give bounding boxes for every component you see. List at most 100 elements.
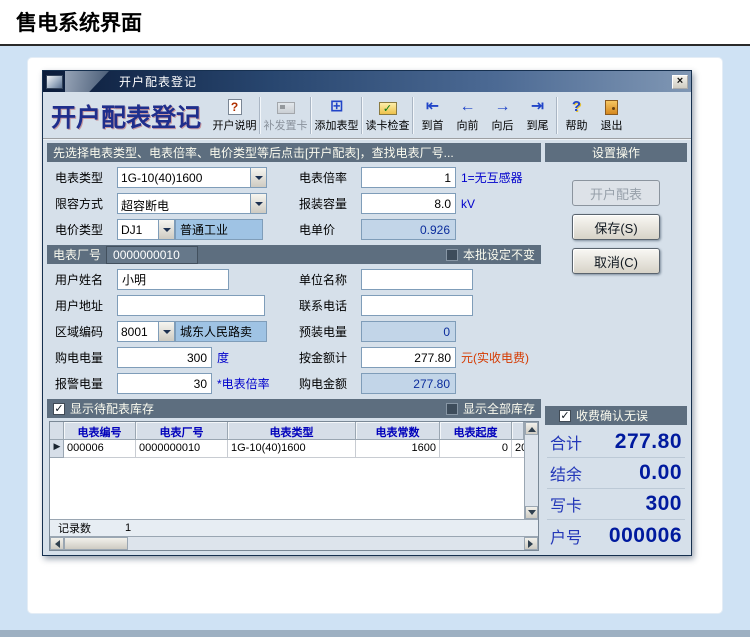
toolbar: 开户配表登记 ? 开户说明 补发置卡 ⊞ 添加表型 ✓ 读卡检查 ⇤ <box>43 92 691 140</box>
column-header-start-reading[interactable]: 电表起度 <box>440 422 512 440</box>
table-header-row: 电表编号 电表厂号 电表类型 电表常数 电表起度 <box>50 422 524 440</box>
save-button[interactable]: 保存(S) <box>572 214 660 240</box>
cancel-button[interactable]: 取消(C) <box>572 248 660 274</box>
unit-price-value: 0.926 <box>361 219 456 240</box>
next-arrow-icon: → <box>495 99 511 115</box>
limit-mode-select[interactable]: 超容断电 <box>117 193 267 214</box>
column-header-factory-no[interactable]: 电表厂号 <box>136 422 228 440</box>
scroll-down-button[interactable] <box>525 506 538 519</box>
batch-fixed-checkbox[interactable] <box>446 249 458 261</box>
summary-row-account-no: 户号 000006 <box>547 520 685 551</box>
table-row[interactable]: ▶ 000006 0000000010 1G-10(40)1600 1600 0… <box>50 440 524 458</box>
scroll-left-icon <box>51 540 60 548</box>
meter-ratio-input[interactable] <box>361 167 456 188</box>
exit-door-icon <box>605 100 618 115</box>
summary-row-total: 合计 277.80 <box>547 427 685 458</box>
alarm-energy-hint: *电表倍率 <box>217 375 270 392</box>
scroll-right-icon <box>528 540 537 548</box>
table-footer: 记录数 1 <box>50 519 538 536</box>
factory-number-value: 0000000010 <box>106 246 198 264</box>
capacity-label: 报装容量 <box>299 195 361 212</box>
toolbar-button-card-check[interactable]: ✓ 读卡检查 <box>364 95 411 136</box>
scroll-up-button[interactable] <box>525 422 538 435</box>
page-header: 售电系统界面 <box>0 0 750 46</box>
toolbar-separator <box>310 97 312 134</box>
panel-title: 设置操作 <box>592 144 640 161</box>
toolbar-button-add-meter-type[interactable]: ⊞ 添加表型 <box>313 95 360 136</box>
capacity-input[interactable] <box>361 193 456 214</box>
panel-title-bar: 设置操作 <box>545 143 687 162</box>
dropdown-arrow-icon[interactable] <box>158 322 174 341</box>
dialog-window: 开户配表登记 × 开户配表登记 ? 开户说明 补发置卡 ⊞ 添加表型 ✓ <box>42 70 692 556</box>
alarm-energy-input[interactable] <box>117 373 212 394</box>
card-check-icon: ✓ <box>379 102 397 115</box>
fee-confirm-label: 收费确认无误 <box>576 407 648 424</box>
meter-type-select[interactable]: 1G-10(40)1600 <box>117 167 267 188</box>
table-horizontal-scrollbar[interactable] <box>50 536 538 550</box>
column-header-meter-no[interactable]: 电表编号 <box>64 422 136 440</box>
scroll-right-button[interactable] <box>524 537 538 550</box>
preset-energy-value: 0 <box>361 321 456 342</box>
page-title: 售电系统界面 <box>16 7 142 37</box>
meter-ratio-hint: 1=无互感器 <box>461 169 523 186</box>
form-area: 先选择电表类型、电表倍率、电价类型等后点击[开户配表]，查找电表厂号... 电表… <box>47 143 541 551</box>
factory-number-label: 电表厂号 <box>53 246 101 263</box>
record-count-label: 记录数 <box>58 520 91 536</box>
column-header-constant[interactable]: 电表常数 <box>356 422 440 440</box>
phone-input[interactable] <box>361 295 473 316</box>
hint-bar: 先选择电表类型、电表倍率、电价类型等后点击[开户配表]，查找电表厂号... <box>47 143 541 162</box>
show-all-stock-label: 显示全部库存 <box>463 400 535 417</box>
card-icon <box>277 102 295 114</box>
dropdown-arrow-icon[interactable] <box>250 194 266 213</box>
by-amount-label: 按金额计 <box>299 349 361 366</box>
user-name-input[interactable] <box>117 269 229 290</box>
toolbar-separator <box>361 97 363 134</box>
toolbar-button-next[interactable]: → 向后 <box>485 95 520 136</box>
window-title: 开户配表登记 <box>119 73 672 90</box>
dropdown-arrow-icon[interactable] <box>158 220 174 239</box>
batch-fixed-label: 本批设定不变 <box>463 246 535 263</box>
close-button[interactable]: × <box>672 75 688 89</box>
toolbar-button-previous[interactable]: ← 向前 <box>450 95 485 136</box>
show-all-stock-checkbox[interactable] <box>446 403 458 415</box>
column-header-date[interactable] <box>512 422 524 440</box>
price-type-label: 电价类型 <box>55 221 117 238</box>
scrollbar-thumb[interactable] <box>64 537 128 550</box>
toolbar-button-reissue-card[interactable]: 补发置卡 <box>262 95 309 136</box>
show-pending-stock-checkbox[interactable]: ✓ <box>53 403 65 415</box>
show-pending-stock-label: 显示待配表库存 <box>70 400 154 417</box>
meter-ratio-label: 电表倍率 <box>299 169 361 186</box>
phone-label: 联系电话 <box>299 297 361 314</box>
scroll-left-button[interactable] <box>50 537 64 550</box>
toolbar-button-help[interactable]: ? 帮助 <box>559 95 594 136</box>
toolbar-button-last[interactable]: ⇥ 到尾 <box>520 95 555 136</box>
meter-stock-table: 电表编号 电表厂号 电表类型 电表常数 电表起度 ▶ 000006 000000… <box>49 421 539 551</box>
current-row-marker-icon: ▶ <box>54 441 61 451</box>
previous-arrow-icon: ← <box>460 99 476 115</box>
window-icon <box>46 75 63 89</box>
column-header-meter-type[interactable]: 电表类型 <box>228 422 356 440</box>
price-type-select[interactable]: DJ1 <box>117 219 175 240</box>
capacity-unit: kV <box>461 197 475 211</box>
toolbar-button-first[interactable]: ⇤ 到首 <box>415 95 450 136</box>
toolbar-button-exit[interactable]: 退出 <box>594 95 629 136</box>
fee-confirm-checkbox[interactable]: ✓ <box>559 410 571 422</box>
toolbar-separator <box>412 97 414 134</box>
user-address-input[interactable] <box>117 295 265 316</box>
alarm-energy-label: 报警电量 <box>55 375 117 392</box>
titlebar-decoration <box>65 71 109 92</box>
area-code-label: 区域编码 <box>55 323 117 340</box>
help-icon: ? <box>572 98 581 115</box>
dropdown-arrow-icon[interactable] <box>250 168 266 187</box>
table-vertical-scrollbar[interactable] <box>524 422 538 519</box>
open-account-button[interactable]: 开户配表 <box>572 180 660 206</box>
operation-panel: 设置操作 开户配表 保存(S) 取消(C) ✓ 收费确认无误 合计 277.80… <box>545 143 687 551</box>
by-amount-input[interactable] <box>361 347 456 368</box>
unit-name-input[interactable] <box>361 269 473 290</box>
close-icon: × <box>677 75 683 87</box>
purchase-energy-input[interactable] <box>117 347 212 368</box>
toolbar-button-open-help[interactable]: ? 开户说明 <box>211 95 258 136</box>
area-code-select[interactable]: 8001 <box>117 321 175 342</box>
window-titlebar[interactable]: 开户配表登记 × <box>43 71 691 92</box>
inventory-bar: ✓ 显示待配表库存 显示全部库存 <box>47 399 541 418</box>
